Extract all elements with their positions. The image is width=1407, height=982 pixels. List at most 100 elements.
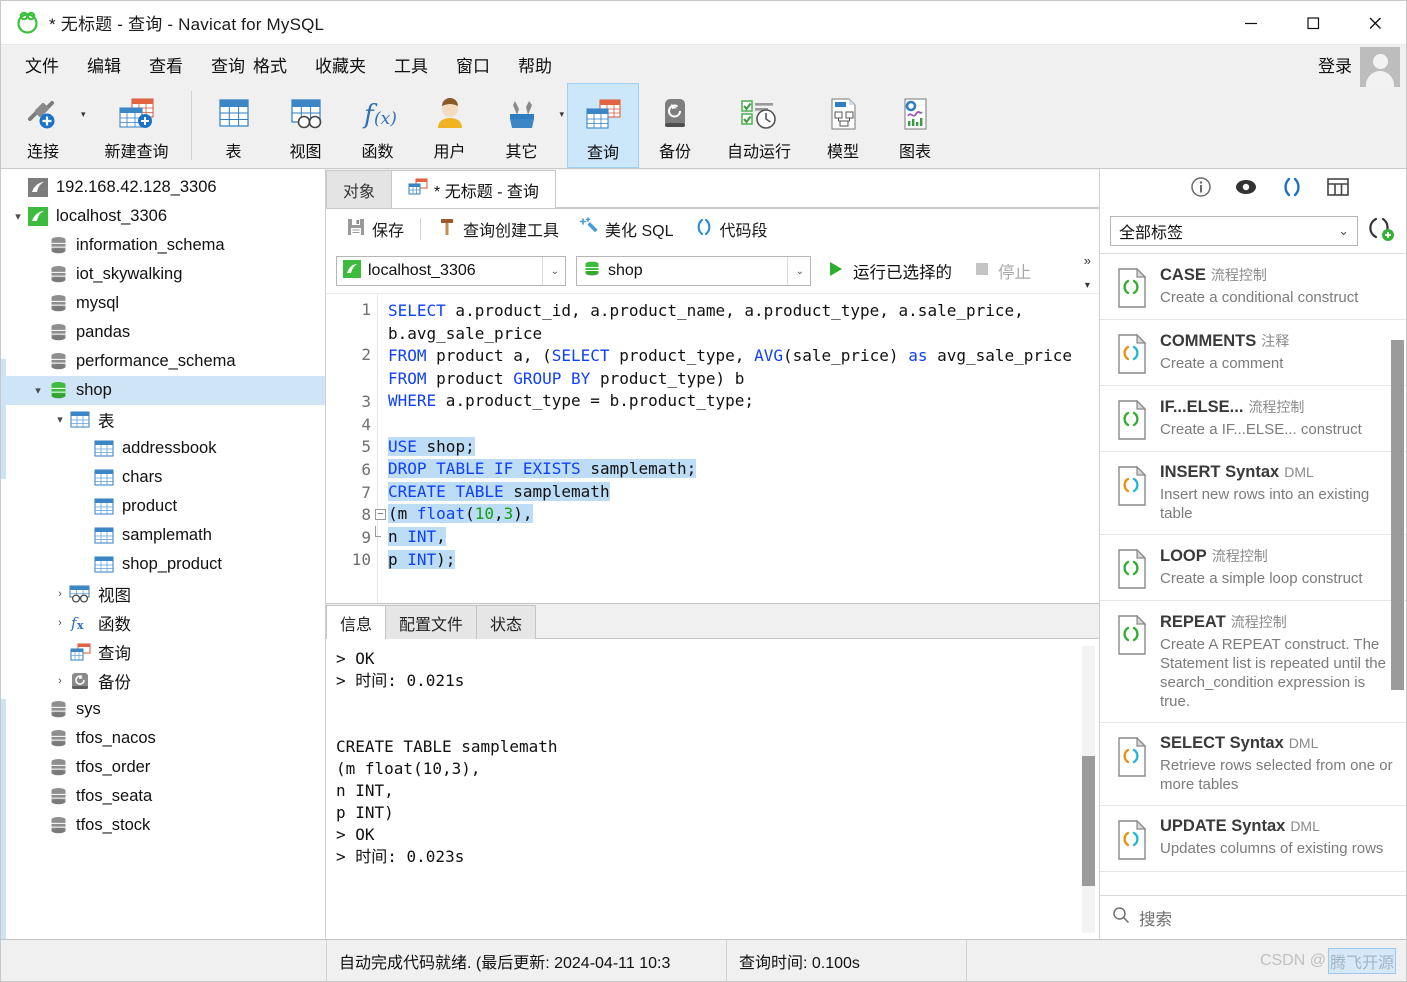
connection-chevron-down-icon[interactable]: ⌄ xyxy=(541,257,559,285)
snippet-item[interactable]: IF...ELSE... 流程控制 Create a IF...ELSE... co… xyxy=(1100,386,1406,452)
snippet-item[interactable]: COMMENTS 注释 Create a comment xyxy=(1100,320,1406,386)
eye-icon[interactable] xyxy=(1234,176,1258,202)
chevron-down-icon[interactable]: ⌄ xyxy=(1338,223,1349,239)
snippet-item[interactable]: LOOP 流程控制 Create a simple loop construct xyxy=(1100,535,1406,601)
snippet-list[interactable]: CASE 流程控制 Create a conditional construct CO… xyxy=(1100,253,1406,895)
close-button[interactable] xyxy=(1344,1,1406,45)
tab-profile[interactable]: 配置文件 xyxy=(385,605,478,639)
tree-node-iot_skywalking[interactable]: iot_skywalking xyxy=(1,260,325,289)
collapsed-twisty-icon[interactable]: › xyxy=(51,617,69,629)
tree-node-[interactable]: › 视图 xyxy=(1,579,325,608)
snippet-scrollbar[interactable] xyxy=(1391,310,1404,895)
tree-node-product[interactable]: product xyxy=(1,492,325,521)
tree-node-mysql[interactable]: mysql xyxy=(1,289,325,318)
save-button[interactable]: 保存 xyxy=(336,214,414,245)
result-output[interactable]: > OK > 时间: 0.021s CREATE TABLE samplemat… xyxy=(326,639,1099,939)
table-item-icon xyxy=(93,439,115,459)
snippet-item[interactable]: SELECT Syntax DML Retrieve rows selected f… xyxy=(1100,723,1406,806)
menu-file[interactable]: 文件 xyxy=(11,48,73,81)
connection-dropdown-caret-icon[interactable]: ▾ xyxy=(79,83,89,168)
snippet-item[interactable]: REPEAT 流程控制 Create A REPEAT construct. The… xyxy=(1100,601,1406,723)
toolbar-automation[interactable]: 自动运行 xyxy=(711,83,807,168)
tree-node-tfos_order[interactable]: tfos_order xyxy=(1,753,325,782)
sql-code-area[interactable]: SELECT a.product_id, a.product_name, a.p… xyxy=(378,294,1099,603)
info-icon[interactable] xyxy=(1190,176,1212,202)
tree-node-information_schema[interactable]: information_schema xyxy=(1,231,325,260)
avatar[interactable] xyxy=(1360,46,1400,87)
sql-editor[interactable]: 1 2 3 4 5 6 7 8–9 10 SELECT a.product_id, a.prod… xyxy=(326,293,1099,603)
toolbar-model[interactable]: 模型 xyxy=(807,83,879,168)
tree-node-performance_schema[interactable]: performance_schema xyxy=(1,347,325,376)
run-selected-button[interactable]: 运行已选择的 xyxy=(821,257,958,285)
tree-node-tfos_stock[interactable]: tfos_stock xyxy=(1,811,325,840)
snippet-item[interactable]: INSERT Syntax DML Insert new rows into an … xyxy=(1100,452,1406,535)
tree-node-tfos_seata[interactable]: tfos_seata xyxy=(1,782,325,811)
hammer-icon xyxy=(437,217,457,242)
login-button[interactable]: 登录 xyxy=(1318,52,1352,77)
toolbar-overflow[interactable]: » ▾ xyxy=(1084,253,1091,291)
tree-node-[interactable]: › f x 函数 xyxy=(1,608,325,637)
toolbar-connection[interactable]: 连接 xyxy=(7,83,79,168)
tree-node-chars[interactable]: chars xyxy=(1,463,325,492)
snippet-item[interactable]: UPDATE Syntax DML Updates columns of exist… xyxy=(1100,806,1406,872)
parentheses-icon[interactable] xyxy=(1280,176,1304,202)
toolbar-function[interactable]: f (x) 函数 xyxy=(342,83,414,168)
tree-node-localhost_3306[interactable]: ▾ localhost_3306 xyxy=(1,202,325,231)
database-select[interactable]: shop ⌄ xyxy=(576,256,811,286)
menu-favorites[interactable]: 收藏夹 xyxy=(301,48,380,81)
toolbar-backup[interactable]: 备份 xyxy=(639,83,711,168)
collapsed-twisty-icon[interactable]: › xyxy=(51,675,69,687)
overflow-chevrons-icon[interactable]: » xyxy=(1084,253,1091,268)
menu-query[interactable]: 查询 xyxy=(197,48,249,81)
toolbar-query[interactable]: 查询 xyxy=(567,83,640,168)
menu-window[interactable]: 窗口 xyxy=(442,48,504,81)
toolbar-table[interactable]: 表 xyxy=(198,83,270,168)
menu-edit[interactable]: 编辑 xyxy=(73,48,135,81)
expanded-twisty-icon[interactable]: ▾ xyxy=(29,384,47,397)
tree-node-shop_product[interactable]: shop_product xyxy=(1,550,325,579)
connection-select[interactable]: localhost_3306 ⌄ xyxy=(336,256,566,286)
tree-node-shop[interactable]: ▾ shop xyxy=(1,376,325,405)
toolbar-others[interactable]: 其它 xyxy=(486,83,558,168)
tree-node-addressbook[interactable]: addressbook xyxy=(1,434,325,463)
menu-view[interactable]: 查看 xyxy=(135,48,197,81)
maximize-button[interactable] xyxy=(1282,1,1344,45)
tree-node-[interactable]: ▾ 表 xyxy=(1,405,325,434)
result-scrollbar[interactable] xyxy=(1082,646,1095,933)
tree-node-sys[interactable]: sys xyxy=(1,695,325,724)
fold-collapse-icon[interactable]: – xyxy=(375,509,386,521)
tree-node-pandas[interactable]: pandas xyxy=(1,318,325,347)
toolbar-view[interactable]: 视图 xyxy=(270,83,342,168)
tab-objects[interactable]: 对象 xyxy=(326,170,393,208)
tree-node-[interactable]: 查询 xyxy=(1,637,325,666)
snippet-search[interactable]: 搜索 xyxy=(1100,895,1406,939)
snippet-tag-select[interactable]: 全部标签 ⌄ xyxy=(1110,216,1358,246)
overflow-caret-down-icon[interactable]: ▾ xyxy=(1085,280,1090,291)
expanded-twisty-icon[interactable]: ▾ xyxy=(51,413,69,426)
menu-help[interactable]: 帮助 xyxy=(504,48,566,81)
grid-icon[interactable] xyxy=(1326,176,1350,202)
query-builder-button[interactable]: 查询创建工具 xyxy=(427,214,569,245)
tab-query[interactable]: * 无标题 - 查询 xyxy=(391,170,556,208)
tree-node-19216842128_3306[interactable]: 192.168.42.128_3306 xyxy=(1,173,325,202)
tree-node-tfos_nacos[interactable]: tfos_nacos xyxy=(1,724,325,753)
tab-message[interactable]: 信息 xyxy=(326,605,387,639)
minimize-button[interactable] xyxy=(1220,1,1282,45)
toolbar-new-query[interactable]: 新建查询 xyxy=(89,83,185,168)
others-dropdown-caret-icon[interactable]: ▾ xyxy=(558,83,568,168)
tree-node-[interactable]: › 备份 xyxy=(1,666,325,695)
menu-tools[interactable]: 工具 xyxy=(380,48,442,81)
database-chevron-down-icon[interactable]: ⌄ xyxy=(786,257,804,285)
add-snippet-icon[interactable] xyxy=(1366,215,1396,247)
tab-status[interactable]: 状态 xyxy=(476,605,537,639)
toolbar-chart[interactable]: 图表 xyxy=(879,83,951,168)
toolbar-user[interactable]: 用户 xyxy=(414,83,486,168)
menu-format[interactable]: 格式 xyxy=(249,48,301,81)
left-scrollbar[interactable] xyxy=(1,169,6,939)
tree-node-samplemath[interactable]: samplemath xyxy=(1,521,325,550)
snippet-item[interactable]: CASE 流程控制 Create a conditional construct xyxy=(1100,254,1406,320)
expanded-twisty-icon[interactable]: ▾ xyxy=(9,210,27,223)
collapsed-twisty-icon[interactable]: › xyxy=(51,588,69,600)
beautify-sql-button[interactable]: 美化 SQL xyxy=(569,214,683,245)
code-snippet-button[interactable]: 代码段 xyxy=(684,214,778,245)
